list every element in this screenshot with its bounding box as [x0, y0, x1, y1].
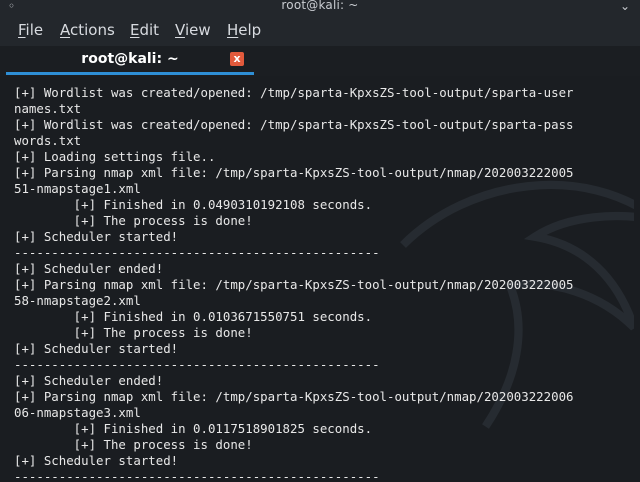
terminal-line: [+] Parsing nmap xml file: /tmp/sparta-K…: [14, 165, 574, 180]
terminal-line: [+] Parsing nmap xml file: /tmp/sparta-K…: [14, 389, 574, 404]
terminal-text: [+] Wordlist was created/opened: /tmp/sp…: [14, 85, 574, 482]
terminal-scrollbar[interactable]: [634, 76, 640, 482]
terminal-line: [+] Finished in 0.0103671550751 seconds.: [14, 309, 373, 324]
menu-edit[interactable]: Edit: [130, 21, 159, 39]
terminal-line: [+] Scheduler started!: [14, 341, 179, 356]
active-tab-indicator: [6, 72, 254, 75]
tab-root-kali[interactable]: root@kali: ~ x: [6, 46, 254, 76]
terminal-line: [+] Scheduler started!: [14, 229, 179, 244]
terminal-line: ----------------------------------------…: [14, 469, 380, 482]
terminal-line: [+] Scheduler ended!: [14, 373, 164, 388]
menu-help[interactable]: Help: [227, 21, 261, 39]
tab-bar: root@kali: ~ x: [0, 46, 640, 76]
minimize-icon[interactable]: ⌄: [620, 0, 630, 13]
terminal-line: [+] Wordlist was created/opened: /tmp/sp…: [14, 117, 574, 132]
terminal-line: [+] Finished in 0.0117518901825 seconds.: [14, 421, 373, 436]
terminal-line: ----------------------------------------…: [14, 245, 380, 260]
menu-bar: File Actions Edit View Help: [0, 14, 640, 46]
menu-view[interactable]: View: [175, 21, 211, 39]
terminal-line: words.txt: [14, 133, 82, 148]
terminal-line: [+] The process is done!: [14, 437, 253, 452]
terminal-line: 58-nmapstage2.xml: [14, 293, 141, 308]
close-icon[interactable]: x: [230, 52, 244, 66]
terminal-line: [+] Parsing nmap xml file: /tmp/sparta-K…: [14, 277, 574, 292]
terminal-line: names.txt: [14, 101, 82, 116]
terminal-line: [+] Scheduler ended!: [14, 261, 164, 276]
menu-file[interactable]: File: [18, 21, 43, 39]
terminal-line: [+] Finished in 0.0490310192108 seconds.: [14, 197, 373, 212]
terminal-line: [+] Wordlist was created/opened: /tmp/sp…: [14, 85, 574, 100]
window-titlebar: ◦ root@kali: ~ ⌄: [0, 0, 640, 14]
window-title: root@kali: ~: [281, 0, 359, 12]
terminal-line: [+] The process is done!: [14, 325, 253, 340]
terminal-line: [+] Loading settings file..: [14, 149, 216, 164]
terminal-line: ----------------------------------------…: [14, 357, 380, 372]
terminal-line: 06-nmapstage3.xml: [14, 405, 141, 420]
terminal-output-area[interactable]: [+] Wordlist was created/opened: /tmp/sp…: [0, 76, 640, 482]
menu-actions[interactable]: Actions: [60, 21, 115, 39]
terminal-line: 51-nmapstage1.xml: [14, 181, 141, 196]
tab-label: root@kali: ~: [81, 51, 179, 67]
terminal-line: [+] Scheduler started!: [14, 453, 179, 468]
terminal-line: [+] The process is done!: [14, 213, 253, 228]
